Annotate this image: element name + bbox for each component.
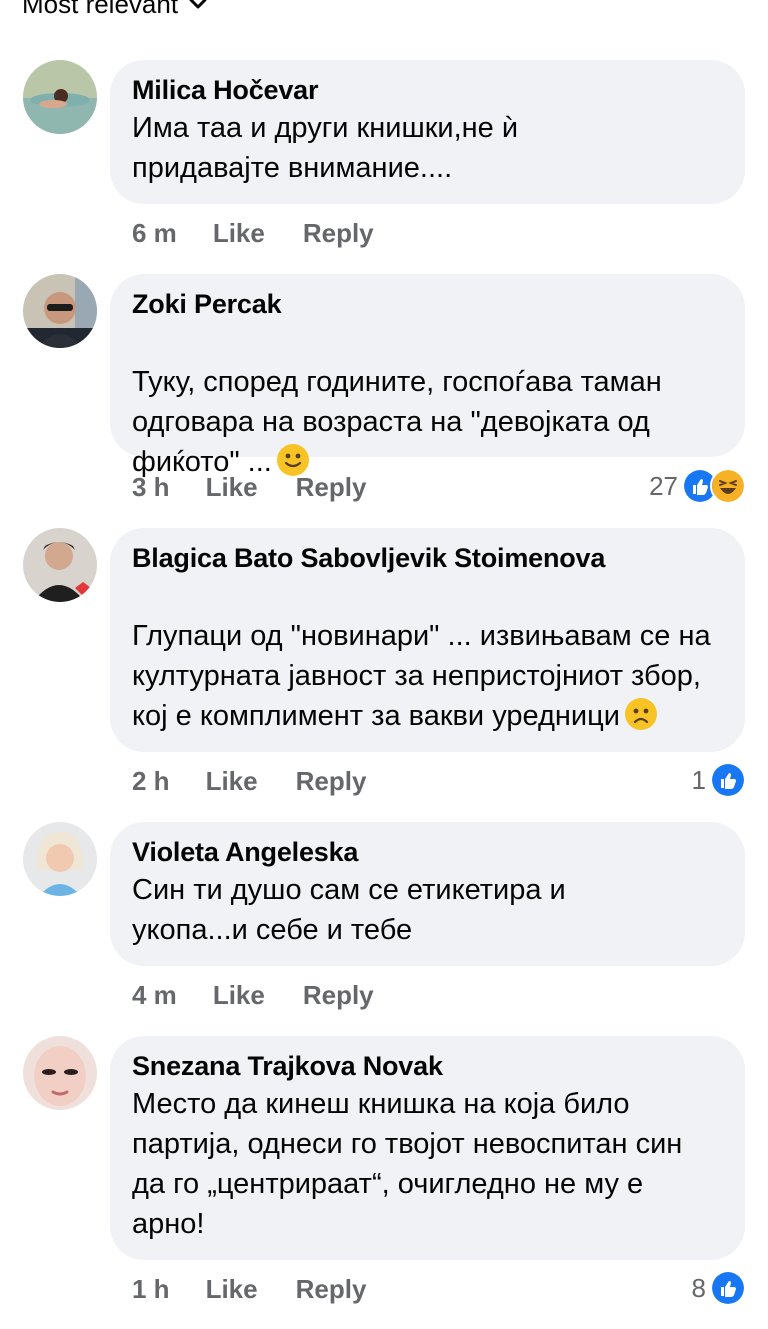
like-button[interactable]: Like [206,472,258,503]
comment-actions: 4 m Like Reply [132,980,374,1011]
reaction-count: 8 [691,1272,706,1303]
comment-text-body: Туку, според годините, госпоѓава таман о… [132,366,662,478]
reply-button[interactable]: Reply [296,1274,367,1305]
avatar[interactable] [23,1036,97,1110]
comment-bubble: Zoki Percak Туку, според годините, госпо… [110,274,745,478]
haha-reaction-icon [710,468,746,504]
like-reaction-icon [710,762,746,798]
avatar[interactable] [23,274,97,348]
reply-button[interactable]: Reply [303,218,374,249]
comment-timestamp[interactable]: 3 h [132,472,170,503]
like-button[interactable]: Like [206,1274,258,1305]
reply-button[interactable]: Reply [296,472,367,503]
comment-author[interactable]: Snezana Trajkova Novak [132,1048,723,1084]
comment-text: Место да кинеш книшка на која било парти… [132,1088,683,1240]
like-button[interactable]: Like [213,980,265,1011]
reaction-summary[interactable]: 1 [692,762,746,798]
avatar[interactable] [23,60,97,134]
reaction-count: 27 [649,470,678,501]
comment-bubble: Snezana Trajkova Novak Место да кинеш кн… [110,1036,745,1260]
comment-text: Глупаци од "новинари" ... извињавам се н… [132,576,732,736]
comment-timestamp[interactable]: 4 m [132,980,177,1011]
comment-author[interactable]: Zoki Percak [132,286,723,322]
like-button[interactable]: Like [206,766,258,797]
reaction-summary[interactable]: 8 [692,1270,746,1306]
comment-timestamp[interactable]: 2 h [132,766,170,797]
comment-text: Туку, според годините, госпоѓава таман о… [132,322,662,482]
comment-bubble: Milica Hočevar Има таа и други книшки,не… [110,60,745,204]
comment-timestamp[interactable]: 6 m [132,218,177,249]
comment-timestamp[interactable]: 1 h [132,1274,170,1305]
like-reaction-icon [710,1270,746,1306]
sort-selector[interactable]: Most relevant [22,0,208,22]
like-button[interactable]: Like [213,218,265,249]
reaction-count: 1 [691,764,706,795]
avatar[interactable] [23,822,97,896]
comment-actions: 2 h Like Reply [132,766,366,797]
comment-author[interactable]: Violeta Angeleska [132,834,723,870]
sort-label: Most relevant [22,0,179,19]
comment-text: Има таа и други книшки,не ѝ придавајте в… [132,112,519,184]
comment-author[interactable]: Blagica Bato Sabovljevik Stoimenova [132,540,723,576]
reply-button[interactable]: Reply [303,980,374,1011]
chevron-down-icon [189,0,207,9]
reaction-summary[interactable]: 27 [649,468,746,504]
reply-button[interactable]: Reply [296,766,367,797]
avatar[interactable] [23,528,97,602]
frowning-face-icon [624,698,657,730]
comment-author[interactable]: Milica Hočevar [132,72,723,108]
comment-actions: 6 m Like Reply [132,218,374,249]
comment-bubble: Blagica Bato Sabovljevik Stoimenova Глуп… [110,528,745,752]
comment-actions: 1 h Like Reply [132,1274,366,1305]
comment-actions: 3 h Like Reply [132,472,366,503]
comment-text: Син ти душо сам се етикетира и укопа...и… [132,874,566,946]
comment-bubble: Violeta Angeleska Син ти душо сам се ети… [110,822,745,966]
